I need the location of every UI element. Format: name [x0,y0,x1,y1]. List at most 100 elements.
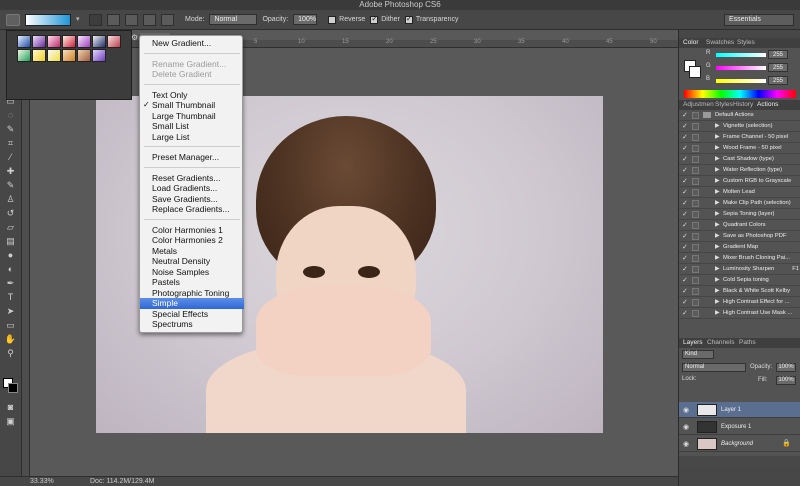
gradient-preset-swatch[interactable] [32,49,46,62]
gradient-preset-swatch[interactable] [47,49,61,62]
gradient-preset-swatch[interactable] [107,35,121,48]
tab-color[interactable]: Color [683,39,699,46]
menu-item[interactable]: Preset Manager... [140,152,244,163]
expand-arrow-icon[interactable]: ▶ [715,199,720,206]
dialog-toggle[interactable] [692,244,699,251]
dialog-toggle[interactable] [692,189,699,196]
eye-icon[interactable]: ◉ [683,423,689,431]
menu-item[interactable]: Neutral Density [140,256,244,267]
menu-item[interactable]: Text Only [140,90,244,101]
dither-checkbox[interactable] [370,14,379,24]
radial-gradient-button[interactable] [107,13,120,26]
menu-item[interactable]: Replace Gradients... [140,204,244,215]
document-size-info[interactable]: Doc: 114.2M/129.4M [90,478,154,485]
menu-item[interactable]: Large Thumbnail [140,111,244,122]
checkmark-icon[interactable]: ✓ [682,287,688,295]
dialog-toggle[interactable] [692,134,699,141]
tab-actions[interactable]: Actions [757,101,778,108]
expand-arrow-icon[interactable]: ▶ [715,254,720,261]
dialog-toggle[interactable] [692,145,699,152]
menu-item[interactable]: Special Effects [140,309,244,320]
expand-arrow-icon[interactable]: ▶ [715,309,720,316]
opacity-field[interactable]: 100% [293,14,318,25]
gradient-preset-swatch[interactable] [47,35,61,48]
eyedropper-tool-icon[interactable]: ⁄ [4,152,17,163]
crop-tool-icon[interactable]: ⌗ [4,138,17,149]
menu-item[interactable]: Small List [140,121,244,132]
action-row[interactable]: ✓ ▶ Wood Frame - 50 pixel [679,143,800,154]
blur-tool-icon[interactable]: ● [4,250,17,261]
expand-arrow-icon[interactable]: ▶ [715,144,720,151]
action-row[interactable]: ✓ ▶ Sepia Toning (layer) [679,209,800,220]
expand-arrow-icon[interactable]: ▶ [715,221,720,228]
gradient-preset-swatch[interactable] [62,35,76,48]
gradient-preset-swatch[interactable] [92,35,106,48]
gradient-editor-swatch[interactable] [25,13,71,26]
dialog-toggle[interactable] [692,255,699,262]
menu-item[interactable]: Load Gradients... [140,183,244,194]
action-row[interactable]: ✓ ▶ Mixer Brush Cloning Pai... [679,253,800,264]
tab-swatches[interactable]: Swatches [706,39,734,46]
mode-dropdown[interactable]: Normal [209,14,258,25]
expand-arrow-icon[interactable]: ▶ [715,232,720,239]
gradient-preset-swatch[interactable] [92,49,106,62]
reverse-option[interactable]: Reverse [328,15,365,24]
action-row[interactable]: ✓ ▶ Save as Photoshop PDF [679,231,800,242]
action-row[interactable]: ✓ ▶ High Contrast Effect for ... [679,297,800,308]
checkmark-icon[interactable]: ✓ [682,111,688,119]
expand-arrow-icon[interactable]: ▶ [715,188,720,195]
eye-icon[interactable]: ◉ [683,440,689,448]
tab-channels[interactable]: Channels [707,339,734,346]
quick-mask-icon[interactable]: ◙ [4,402,17,413]
layer-row[interactable]: ◉ Background 🔒 [679,436,800,452]
layer-row[interactable]: ◉ Exposure 1 [679,419,800,435]
type-tool-icon[interactable]: T [4,292,17,303]
action-row[interactable]: ✓ ▶ Molten Lead [679,187,800,198]
menu-item[interactable]: Photographic Toning [140,288,244,299]
gradient-preset-swatch[interactable] [17,49,31,62]
checkmark-icon[interactable]: ✓ [682,265,688,273]
history-brush-tool-icon[interactable]: ↺ [4,208,17,219]
hand-tool-icon[interactable]: ✋ [4,334,17,345]
zoom-level[interactable]: 33.33% [30,478,54,485]
checkmark-icon[interactable]: ✓ [682,298,688,306]
checkmark-icon[interactable]: ✓ [682,210,688,218]
menu-item[interactable]: Noise Samples [140,267,244,278]
shape-tool-icon[interactable]: ▭ [4,320,17,331]
reflected-gradient-button[interactable] [143,13,156,26]
checkmark-icon[interactable]: ✓ [682,221,688,229]
action-set-row[interactable]: ✓ Default Actions [679,110,800,121]
color-background-swatch[interactable] [689,66,701,78]
color-spectrum-ramp[interactable] [684,90,796,98]
action-row[interactable]: ✓ ▶ Water Reflection (type) [679,165,800,176]
checkmark-icon[interactable]: ✓ [682,144,688,152]
menu-item[interactable]: Simple [140,298,244,309]
angle-gradient-button[interactable] [125,13,138,26]
eye-icon[interactable]: ◉ [683,406,689,414]
dialog-toggle[interactable] [692,310,699,317]
menu-item[interactable]: Spectrums [140,319,244,330]
action-row[interactable]: ✓ ▶ Frame Channel - 50 pixel [679,132,800,143]
expand-arrow-icon[interactable]: ▶ [715,155,720,162]
background-color-swatch[interactable] [8,383,18,393]
layer-kind-filter[interactable]: Kind [682,350,714,359]
dialog-toggle[interactable] [692,222,699,229]
dialog-toggle[interactable] [692,167,699,174]
menu-item[interactable]: Save Gradients... [140,194,244,205]
checkmark-icon[interactable]: ✓ [682,276,688,284]
dialog-toggle[interactable] [692,200,699,207]
reverse-checkbox[interactable] [328,15,337,24]
gradient-preset-swatch[interactable] [77,35,91,48]
fill-field[interactable]: 100% [776,376,796,385]
dodge-tool-icon[interactable]: ◐ [4,264,17,275]
checkmark-icon[interactable]: ✓ [682,133,688,141]
action-row[interactable]: ✓ ▶ Black & White Scott Kelby [679,286,800,297]
diamond-gradient-button[interactable] [161,13,174,26]
dialog-toggle[interactable] [692,156,699,163]
quick-selection-tool-icon[interactable]: ✎ [4,124,17,135]
red-slider[interactable] [716,53,766,57]
pen-tool-icon[interactable]: ✒ [4,278,17,289]
chevron-down-icon[interactable]: ▾ [76,14,84,26]
action-row[interactable]: ✓ ▶ Gradient Map [679,242,800,253]
action-row[interactable]: ✓ ▶ Luminosity Sharpen F1 [679,264,800,275]
